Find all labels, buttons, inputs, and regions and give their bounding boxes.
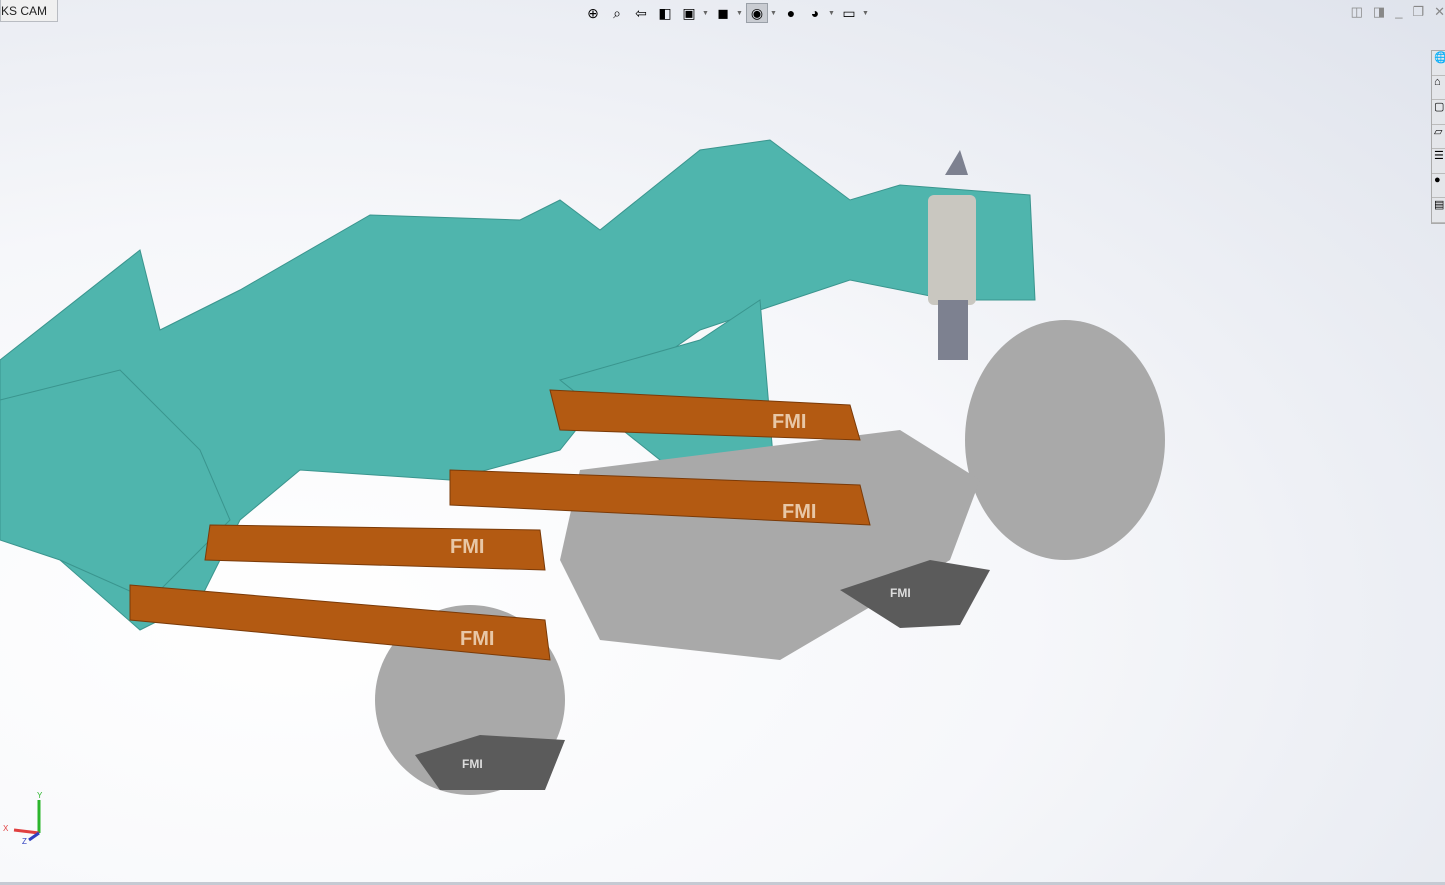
part-label: FMI xyxy=(782,501,816,523)
shock-absorber xyxy=(928,150,976,360)
part-label: FMI xyxy=(462,757,483,771)
part-label: FMI xyxy=(450,536,484,558)
part-label: FMI xyxy=(890,586,911,600)
x-axis-label: X xyxy=(3,824,9,833)
y-axis-label: Y xyxy=(37,791,43,800)
part-label: FMI xyxy=(460,628,494,650)
reference-triad: Y X Z xyxy=(2,788,52,848)
part-label: FMI xyxy=(772,411,806,433)
z-axis-label: Z xyxy=(22,837,27,846)
graphics-viewport[interactable]: FMI FMI FMI FMI FMI FMI xyxy=(0,0,1445,885)
